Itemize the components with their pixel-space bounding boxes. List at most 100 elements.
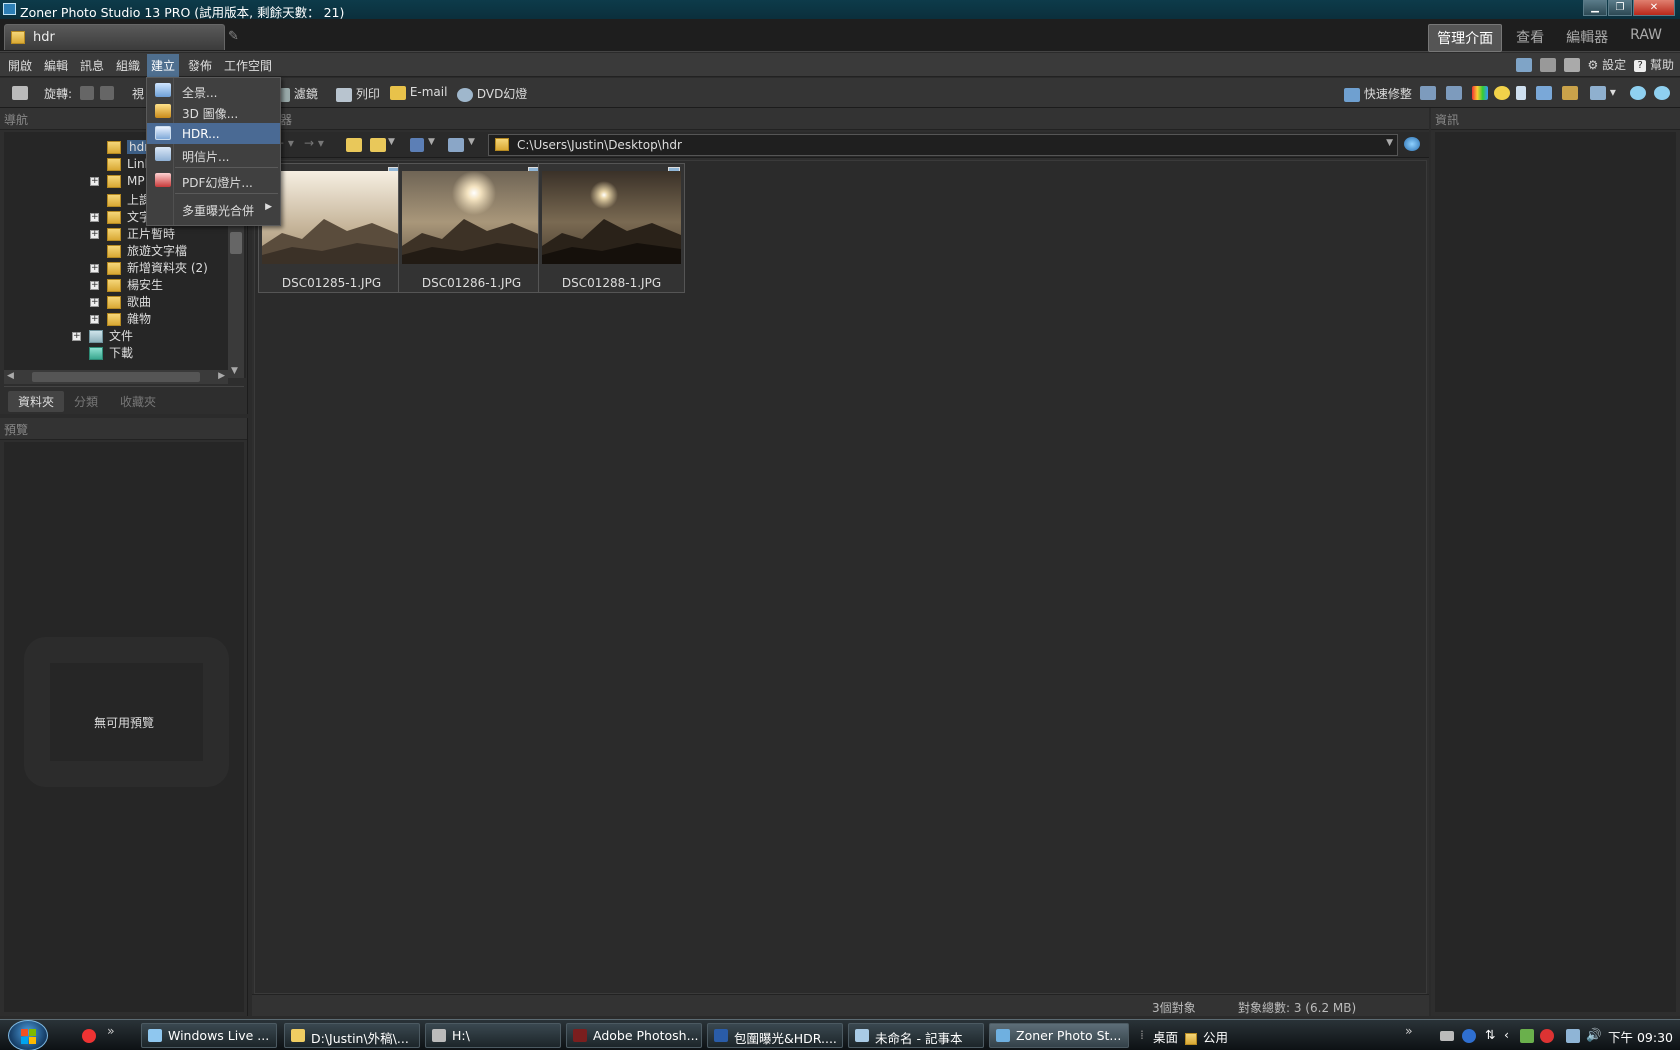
scroll-down-icon[interactable]: ▼: [231, 366, 238, 376]
brightness-button[interactable]: [1494, 85, 1510, 100]
sort-icon[interactable]: [410, 138, 424, 152]
menu-open[interactable]: 開啟: [8, 57, 32, 74]
thumbnail-item[interactable]: DSC01286-1.JPG: [398, 163, 545, 293]
language-icon[interactable]: ⇅: [1485, 1027, 1495, 1042]
maximize-button[interactable]: ❐: [1608, 0, 1632, 16]
minimize-button[interactable]: ▁: [1583, 0, 1607, 16]
expand-icon[interactable]: +: [90, 298, 99, 307]
tree-item[interactable]: + 歌曲: [90, 293, 151, 310]
expand-icon[interactable]: +: [90, 315, 99, 324]
sharpen-button[interactable]: [1516, 85, 1526, 100]
toolbar-more-icon[interactable]: »: [1405, 1023, 1413, 1038]
chevron-down-icon[interactable]: ▼: [468, 137, 475, 147]
mode-raw-tab[interactable]: RAW: [1622, 24, 1670, 52]
security-tray-icon[interactable]: [1540, 1027, 1554, 1043]
menu-workspace[interactable]: 工作空間: [224, 57, 272, 74]
close-button[interactable]: ✕: [1633, 0, 1675, 16]
rotate-right-button[interactable]: [100, 85, 114, 100]
menu-create[interactable]: 建立: [147, 54, 180, 77]
levels-button[interactable]: [1420, 85, 1436, 100]
scroll-thumb[interactable]: [230, 232, 242, 254]
print-button[interactable]: 列印: [336, 85, 380, 102]
expand-icon[interactable]: +: [90, 264, 99, 273]
tree-item[interactable]: + MP: [90, 174, 145, 191]
thumbnail-item[interactable]: DSC01288-1.JPG: [538, 163, 685, 293]
view-button[interactable]: 視: [132, 85, 144, 102]
tree-item-downloads[interactable]: 下載: [89, 344, 133, 361]
tree-item[interactable]: 上課: [107, 191, 151, 208]
rotate-left-button[interactable]: [80, 85, 94, 100]
mode-manager-tab[interactable]: 管理介面: [1428, 24, 1503, 52]
keyboard-icon[interactable]: [1440, 1027, 1454, 1042]
dvd-slideshow-button[interactable]: DVD幻燈: [457, 85, 527, 102]
expand-icon[interactable]: +: [90, 281, 99, 290]
camera-icon[interactable]: [1563, 57, 1580, 72]
quicklaunch-more-icon[interactable]: »: [107, 1023, 115, 1038]
zoom-fit-button[interactable]: [1654, 85, 1670, 100]
menu-item-3d-image[interactable]: 3D 圖像...: [147, 101, 280, 122]
menu-item-postcard[interactable]: 明信片...: [147, 144, 280, 165]
clock[interactable]: 下午 09:30: [1608, 1027, 1673, 1046]
quicklaunch-icon[interactable]: [82, 1027, 96, 1043]
settings-button[interactable]: ⚙ 設定: [1588, 56, 1627, 73]
public-folder-toolbar[interactable]: 公用: [1185, 1027, 1228, 1046]
menu-item-hdr[interactable]: HDR...: [147, 123, 280, 144]
menu-item-multi-exposure[interactable]: 多重曝光合併 ▶: [147, 198, 280, 219]
tree-item[interactable]: 旅遊文字檔: [107, 242, 187, 259]
menu-info[interactable]: 訊息: [80, 57, 104, 74]
menu-organize[interactable]: 組織: [116, 57, 140, 74]
help-button[interactable]: ? 幫助: [1634, 56, 1674, 73]
zoom-in-button[interactable]: [1630, 85, 1646, 100]
info-icon[interactable]: [1539, 57, 1556, 72]
taskbar-button[interactable]: 未命名 - 記事本: [848, 1023, 984, 1048]
mode-editor-tab[interactable]: 編輯器: [1558, 24, 1616, 52]
expand-icon[interactable]: +: [90, 213, 99, 222]
view-mode-icon[interactable]: [448, 138, 464, 152]
refresh-icon[interactable]: [1404, 137, 1420, 151]
scroll-right-icon[interactable]: ▶: [218, 371, 225, 381]
expand-icon[interactable]: +: [90, 230, 99, 239]
taskbar-button[interactable]: H:\: [425, 1023, 561, 1048]
camera-import-button[interactable]: [12, 85, 28, 100]
expand-icon[interactable]: +: [90, 177, 99, 186]
path-input[interactable]: C:\Users\Justin\Desktop\hdr ▼: [488, 134, 1398, 156]
monitor-icon[interactable]: [1515, 57, 1532, 72]
menu-edit[interactable]: 編輯: [44, 57, 68, 74]
mode-viewer-tab[interactable]: 查看: [1508, 24, 1552, 52]
tab-categories[interactable]: 分類: [64, 391, 108, 412]
taskbar-button[interactable]: Windows Live ...: [141, 1023, 277, 1048]
tree-item[interactable]: + 文字: [90, 208, 151, 225]
taskbar-button[interactable]: D:\Justin\外稿\...: [284, 1023, 420, 1048]
folder-up-icon[interactable]: [346, 138, 362, 152]
menu-publish[interactable]: 發佈: [188, 57, 212, 74]
curves-button[interactable]: [1446, 85, 1462, 100]
taskbar-button[interactable]: Adobe Photosh...: [566, 1023, 702, 1048]
tray-expand-icon[interactable]: ‹: [1504, 1027, 1509, 1042]
tree-item-hdr[interactable]: hdr: [107, 140, 152, 157]
network-tray-icon[interactable]: [1520, 1027, 1534, 1043]
expand-icon[interactable]: +: [72, 332, 81, 341]
filter-button[interactable]: 濾鏡: [280, 85, 318, 102]
export-button[interactable]: [1562, 85, 1578, 100]
tree-item[interactable]: + 楊安生: [90, 276, 163, 293]
doc-tab-hdr[interactable]: hdr: [4, 24, 225, 50]
color-button[interactable]: [1472, 85, 1488, 100]
batch-button[interactable]: ▾: [1590, 85, 1616, 100]
scroll-thumb[interactable]: [32, 372, 200, 382]
tree-item-documents[interactable]: + 文件: [72, 327, 133, 344]
favorite-folder-icon[interactable]: [370, 138, 386, 152]
chevron-down-icon[interactable]: ▼: [428, 137, 435, 147]
tab-favorites[interactable]: 收藏夾: [110, 391, 166, 412]
tree-item[interactable]: + 雜物: [90, 310, 151, 327]
taskbar-button-active[interactable]: Zoner Photo St...: [989, 1023, 1129, 1048]
scroll-left-icon[interactable]: ◀: [7, 371, 14, 381]
desktop-toolbar[interactable]: 桌面: [1153, 1027, 1178, 1046]
monitor-tray-icon[interactable]: [1566, 1027, 1580, 1043]
tab-folders[interactable]: 資料夾: [8, 391, 65, 412]
tree-horizontal-scrollbar[interactable]: ◀ ▶: [4, 370, 228, 384]
start-button[interactable]: [8, 1020, 48, 1050]
taskbar-button[interactable]: 包圍曝光&HDR....: [707, 1023, 843, 1048]
volume-icon[interactable]: 🔊: [1586, 1027, 1602, 1043]
tree-item[interactable]: + 正片暫時: [90, 225, 175, 242]
chevron-down-icon[interactable]: ▼: [388, 137, 395, 147]
